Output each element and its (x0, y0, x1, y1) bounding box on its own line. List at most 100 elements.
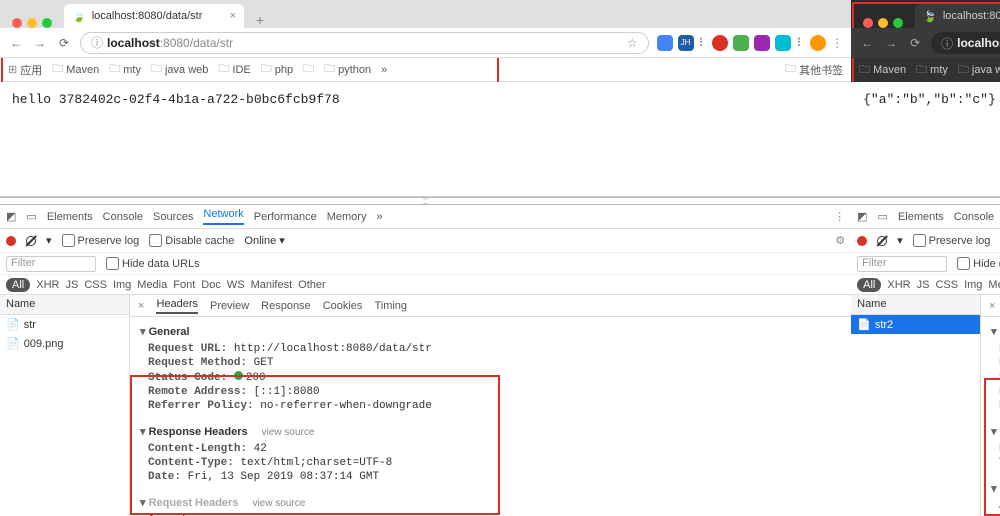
devtools-menu-icon[interactable]: ⋮ (834, 210, 845, 223)
bookmark-folder[interactable]: 🗀java web (151, 60, 208, 79)
bookmark-folder[interactable]: 🗀mty (916, 61, 948, 80)
inspect-icon[interactable]: ◩ (6, 210, 16, 223)
response-headers-section[interactable]: Response Headersview source (991, 421, 1000, 442)
reload-icon[interactable]: ⟳ (56, 35, 72, 51)
bookmark-folder[interactable]: 🗀 (303, 60, 314, 79)
general-section[interactable]: General (991, 321, 1000, 342)
filter-xhr[interactable]: XHR (887, 279, 910, 291)
star-icon[interactable]: ☆ (627, 36, 638, 50)
extension-icon[interactable] (657, 35, 673, 51)
filter-other[interactable]: Other (298, 279, 326, 291)
filter-all[interactable]: All (6, 278, 30, 292)
clear-button[interactable] (877, 236, 887, 246)
filter-css[interactable]: CSS (84, 279, 107, 291)
close-detail-icon[interactable]: × (989, 300, 995, 312)
filter-xhr[interactable]: XHR (36, 279, 59, 291)
tab-console[interactable]: Console (954, 211, 994, 223)
other-bookmarks[interactable]: 🗀其他书签 (785, 60, 843, 79)
tab-elements[interactable]: Elements (898, 211, 944, 223)
tab-elements[interactable]: Elements (47, 211, 93, 223)
preserve-log-checkbox[interactable]: Preserve log (913, 234, 991, 247)
browser-tab[interactable]: 🍃 localhost:8080/data/str2 × (915, 4, 1000, 28)
bookmark-folder[interactable]: 🗀Maven (859, 61, 906, 80)
general-section[interactable]: General (140, 321, 841, 342)
subtab-headers[interactable]: Headers (156, 298, 198, 314)
device-icon[interactable]: ▭ (878, 210, 888, 223)
bookmark-folder[interactable]: 🗀IDE (218, 60, 250, 79)
extension-icon[interactable] (733, 35, 749, 51)
forward-icon[interactable]: → (883, 35, 899, 51)
filter-img[interactable]: Img (113, 279, 131, 291)
browser-tab[interactable]: 🍃 localhost:8080/data/str × (64, 4, 244, 28)
subtab-cookies[interactable]: Cookies (323, 300, 363, 312)
reload-icon[interactable]: ⟳ (907, 35, 923, 51)
extension-icon[interactable] (754, 35, 770, 51)
apps-button[interactable]: ⊞应用 (8, 62, 42, 78)
address-input[interactable]: ⓘ localhost:8080/data/s... ☆ (931, 32, 1000, 54)
close-icon[interactable]: × (230, 10, 236, 22)
extension-icon[interactable]: JH (678, 35, 694, 51)
address-input[interactable]: ⓘ localhost:8080/data/str ☆ (80, 32, 649, 54)
filter-media[interactable]: Media (988, 279, 1000, 291)
window-controls[interactable] (857, 18, 909, 28)
inspect-icon[interactable]: ◩ (857, 210, 867, 223)
record-button[interactable] (857, 236, 867, 246)
clear-button[interactable] (26, 236, 36, 246)
bookmark-folder[interactable]: 🗀java web (958, 61, 1000, 80)
filter-js[interactable]: JS (917, 279, 930, 291)
extension-icon[interactable] (775, 35, 791, 51)
devtools-drag-handle[interactable]: :: (851, 197, 1000, 205)
filter-media[interactable]: Media (137, 279, 167, 291)
tab-sources[interactable]: Sources (153, 211, 193, 223)
request-row[interactable]: 📄str2 (851, 315, 980, 334)
settings-icon[interactable]: ⚙ (835, 234, 845, 247)
filter-img[interactable]: Img (964, 279, 982, 291)
response-headers-section[interactable]: Response Headersview source (140, 421, 841, 442)
menu-icon[interactable]: ⋮ (831, 36, 843, 50)
tab-performance[interactable]: Performance (254, 211, 317, 223)
filter-all[interactable]: All (857, 278, 881, 292)
device-icon[interactable]: ▭ (26, 210, 36, 223)
filter-manifest[interactable]: Manifest (251, 279, 293, 291)
tab-memory[interactable]: Memory (327, 211, 367, 223)
bookmark-folder[interactable]: 🗀php (261, 60, 293, 79)
back-icon[interactable]: ← (859, 35, 875, 51)
filter-ws[interactable]: WS (227, 279, 245, 291)
filter-input[interactable]: Filter (6, 256, 96, 272)
record-button[interactable] (6, 236, 16, 246)
avatar[interactable] (810, 35, 826, 51)
request-row[interactable]: 📄009.png (0, 334, 129, 353)
request-row[interactable]: 📄str (0, 315, 129, 334)
hide-data-checkbox[interactable]: Hide data URLs (106, 257, 200, 270)
overflow-button[interactable]: » (381, 64, 387, 76)
extension-icon[interactable] (712, 35, 728, 51)
tab-console[interactable]: Console (103, 211, 143, 223)
filter-icon[interactable]: ▾ (897, 234, 903, 247)
name-column-header[interactable]: Name (0, 295, 129, 315)
filter-font[interactable]: Font (173, 279, 195, 291)
close-detail-icon[interactable]: × (138, 300, 144, 312)
tab-network[interactable]: Network (203, 208, 243, 225)
disable-cache-checkbox[interactable]: Disable cache (149, 234, 234, 247)
name-column-header[interactable]: Name (851, 295, 980, 315)
hide-data-checkbox[interactable]: Hide data URLs (957, 257, 1000, 270)
back-icon[interactable]: ← (8, 35, 24, 51)
filter-css[interactable]: CSS (935, 279, 958, 291)
bookmark-folder[interactable]: 🗀mty (109, 60, 141, 79)
tab-overflow[interactable]: » (376, 211, 382, 223)
subtab-preview[interactable]: Preview (210, 300, 249, 312)
subtab-response[interactable]: Response (261, 300, 311, 312)
forward-icon[interactable]: → (32, 35, 48, 51)
bookmark-folder[interactable]: 🗀python (324, 60, 371, 79)
request-headers-section[interactable]: Request Headersview source (140, 492, 841, 513)
request-headers-section[interactable]: Request Headersview source (991, 478, 1000, 499)
preserve-log-checkbox[interactable]: Preserve log (62, 234, 140, 247)
devtools-drag-handle[interactable]: :: (0, 197, 851, 205)
filter-js[interactable]: JS (65, 279, 78, 291)
subtab-timing[interactable]: Timing (374, 300, 407, 312)
filter-doc[interactable]: Doc (201, 279, 221, 291)
filter-input[interactable]: Filter (857, 256, 947, 272)
bookmark-folder[interactable]: 🗀Maven (52, 60, 99, 79)
filter-icon[interactable]: ▾ (46, 234, 52, 247)
new-tab-button[interactable]: + (250, 12, 270, 28)
